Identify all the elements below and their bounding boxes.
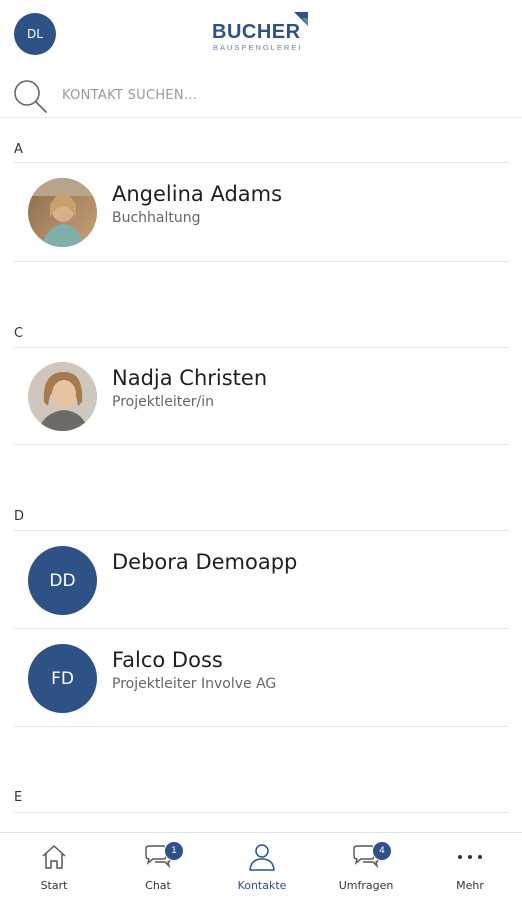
avatar [28,178,97,247]
contact-photo [28,178,97,247]
tab-chat[interactable]: 1 Chat [106,833,210,900]
tab-mehr[interactable]: Mehr [418,833,522,900]
divider [14,162,508,163]
tab-label: Chat [145,879,171,892]
avatar [28,362,97,431]
divider [14,812,508,813]
user-avatar[interactable]: DL [14,13,56,55]
contact-debora-demoapp[interactable]: DD Debora Demoapp [14,532,508,628]
tab-umfragen[interactable]: 4 Umfragen [314,833,418,900]
home-icon [42,845,66,869]
chat-badge: 1 [164,841,184,861]
search-icon[interactable] [12,78,50,116]
contact-photo [28,362,97,431]
survey-badge: 4 [372,841,392,861]
contacts-icon [249,844,275,871]
divider [14,726,508,727]
section-letter-e: E [14,790,23,805]
contact-nadja-christen[interactable]: Nadja Christen Projektleiter/in [14,348,508,444]
contact-role: Projektleiter/in [112,394,215,410]
divider [14,530,508,531]
tab-start[interactable]: Start [2,833,106,900]
section-letter-a: A [14,142,23,157]
tab-label: Start [40,879,68,892]
tab-kontakte[interactable]: Kontakte [210,833,314,900]
avatar-initials: DD [28,546,97,615]
bottom-tab-bar: Start 1 Chat Kontakte 4 Umfragen Mehr [0,832,522,900]
contact-role: Buchhaltung [112,210,201,226]
section-letter-c: C [14,326,24,341]
company-logo: BUCHER BAUSPENGLEREI [210,10,314,54]
more-icon [458,855,482,859]
logo-brand: BUCHER [212,21,301,43]
contact-name: Angelina Adams [112,182,283,206]
contact-falco-doss[interactable]: FD Falco Doss Projektleiter Involve AG [14,630,508,726]
tab-label: Kontakte [237,879,287,892]
divider [14,628,508,629]
contact-role: Projektleiter Involve AG [112,676,277,692]
contact-name: Falco Doss [112,648,223,672]
contact-name: Debora Demoapp [112,550,298,574]
search-bar [0,72,522,118]
search-input[interactable] [62,82,502,108]
tab-label: Umfragen [338,879,394,892]
divider [14,444,508,445]
avatar-initials: FD [28,644,97,713]
contact-name: Nadja Christen [112,366,268,390]
logo-subtitle: BAUSPENGLEREI [213,43,303,52]
tab-label: Mehr [456,879,484,892]
app-header: DL BUCHER BAUSPENGLEREI [0,0,522,68]
section-letter-d: D [14,509,25,524]
divider [14,261,508,262]
contact-angelina-adams[interactable]: Angelina Adams Buchhaltung [14,164,508,260]
